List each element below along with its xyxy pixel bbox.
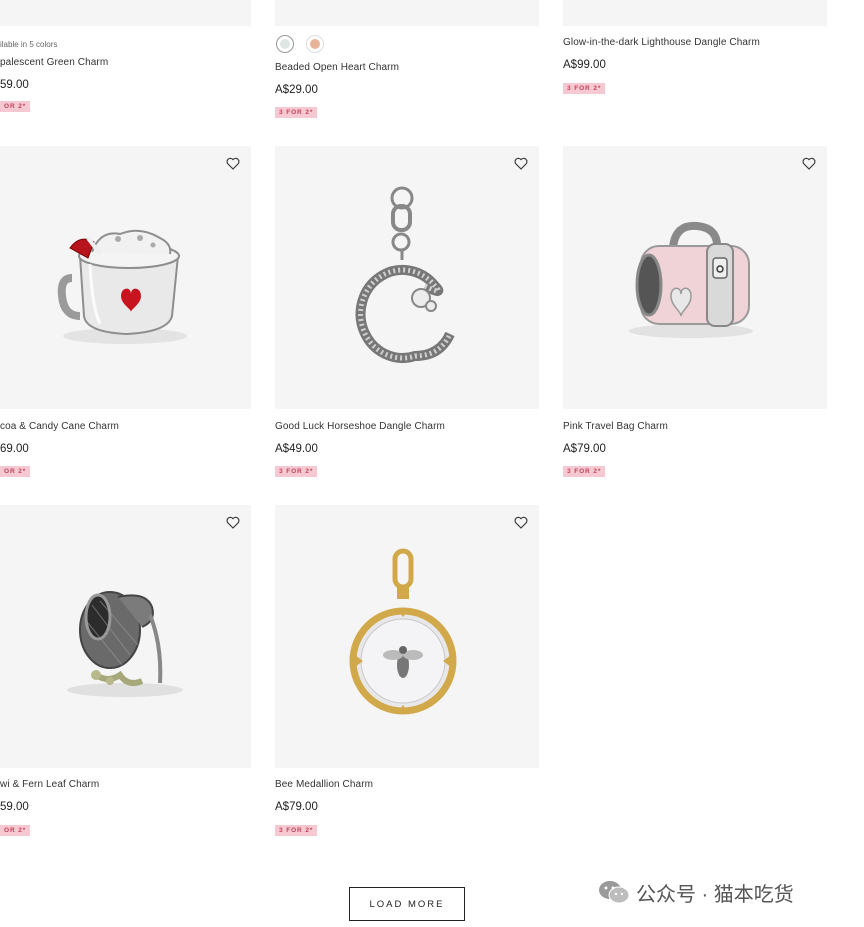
color-swatch-silver[interactable]	[276, 35, 294, 53]
product-image-cocoa-charm[interactable]	[0, 146, 251, 409]
promo-badge: OR 2*	[0, 101, 31, 112]
watermark: 公众号 · 猫本吃货	[598, 876, 794, 908]
cocoa-charm-image	[57, 229, 187, 344]
product-price: A$99.00	[563, 59, 606, 71]
wechat-icon	[599, 881, 630, 904]
product-price: A$79.00	[563, 443, 606, 455]
watermark-text: 公众号 · 猫本吃货	[636, 883, 794, 906]
product-image-travel-bag-charm[interactable]	[563, 146, 827, 409]
product-image-top-2[interactable]	[275, 0, 539, 26]
product-image-bee-medallion-charm[interactable]	[275, 505, 539, 768]
promo-badge: 3 FOR 2*	[275, 825, 318, 836]
product-name[interactable]: Glow-in-the-dark Lighthouse Dangle Charm	[563, 37, 760, 48]
product-price: A$29.00	[275, 84, 318, 96]
product-price: 69.00	[0, 443, 29, 455]
product-name[interactable]: Pink Travel Bag Charm	[563, 421, 668, 432]
wishlist-heart-icon[interactable]	[226, 157, 240, 170]
color-swatch-rose[interactable]	[306, 35, 324, 53]
product-name[interactable]: Beaded Open Heart Charm	[275, 62, 399, 73]
promo-badge: 3 FOR 2*	[275, 107, 318, 118]
product-price: A$79.00	[275, 801, 318, 813]
promo-badge: 3 FOR 2*	[563, 466, 606, 477]
product-price: A$49.00	[275, 443, 318, 455]
product-name[interactable]: wi & Fern Leaf Charm	[0, 779, 99, 790]
product-price: 59.00	[0, 801, 29, 813]
product-image-top-1[interactable]	[0, 0, 251, 26]
wishlist-heart-icon[interactable]	[514, 157, 528, 170]
promo-badge: OR 2*	[0, 825, 31, 836]
product-name[interactable]: coa & Candy Cane Charm	[0, 421, 119, 432]
horseshoe-charm-image	[355, 186, 455, 363]
wishlist-heart-icon[interactable]	[802, 157, 816, 170]
product-image-horseshoe-charm[interactable]	[275, 146, 539, 409]
bee-medallion-charm-image	[349, 548, 457, 715]
wishlist-heart-icon[interactable]	[514, 516, 528, 529]
kiwi-charm-image	[67, 591, 183, 697]
product-name[interactable]: Bee Medallion Charm	[275, 779, 373, 790]
travel-bag-charm-image	[629, 221, 753, 338]
available-colors-note: ilable in 5 colors	[0, 40, 58, 49]
product-name[interactable]: palescent Green Charm	[0, 57, 108, 68]
product-image-top-3[interactable]	[563, 0, 827, 26]
product-name[interactable]: Good Luck Horseshoe Dangle Charm	[275, 421, 445, 432]
swatch-fill	[310, 39, 320, 49]
load-more-button[interactable]: LOAD MORE	[349, 887, 465, 921]
product-price: 59.00	[0, 79, 29, 91]
promo-badge: OR 2*	[0, 466, 31, 477]
wishlist-heart-icon[interactable]	[226, 516, 240, 529]
swatch-fill	[280, 39, 290, 49]
promo-badge: 3 FOR 2*	[275, 466, 318, 477]
promo-badge: 3 FOR 2*	[563, 83, 606, 94]
product-image-kiwi-charm[interactable]	[0, 505, 251, 768]
